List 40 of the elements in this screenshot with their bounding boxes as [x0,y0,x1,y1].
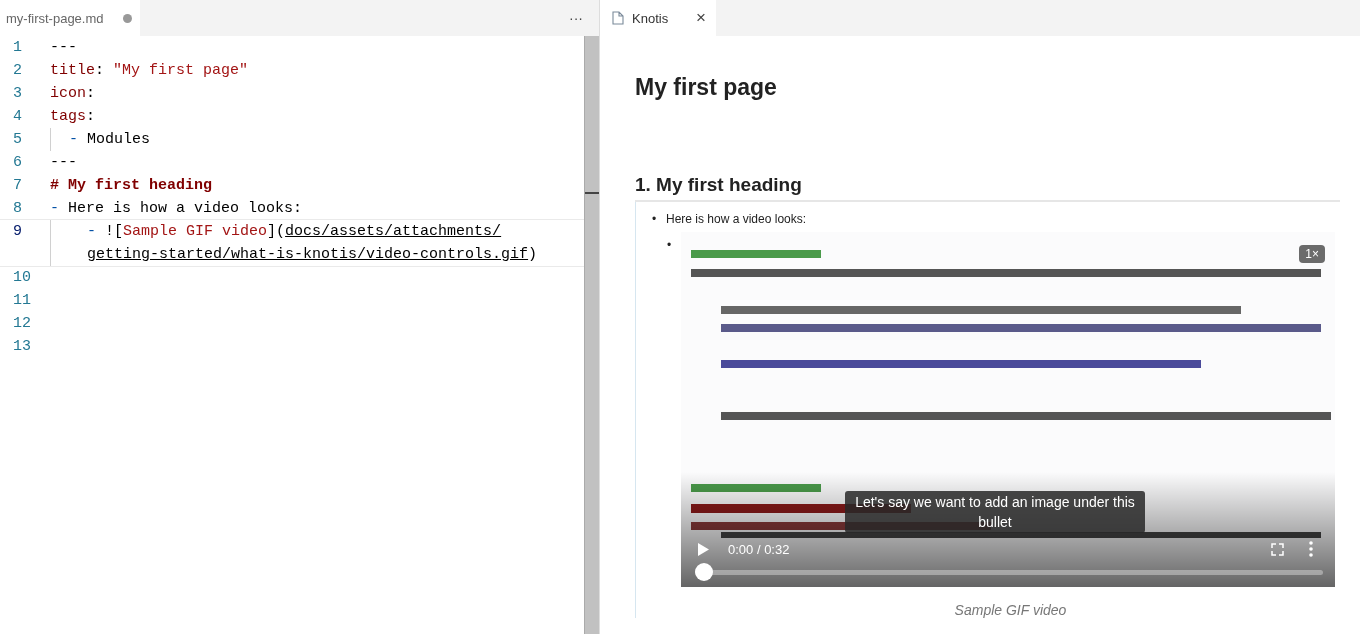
code-text: # My first heading [50,176,214,196]
close-button[interactable]: × [696,8,706,28]
line-number: 8 [12,199,23,219]
line-number: 4 [12,107,23,127]
line-number: 3 [12,84,23,104]
preview-tab[interactable]: Knotis × [600,0,716,36]
bullet-icon: • [667,238,672,252]
line-number: 7 [12,176,23,196]
line-number: 13 [12,337,32,357]
code-text: - Here is how a video looks: [50,199,304,219]
more-button[interactable]: ··· [553,0,599,36]
line-number: 9 [12,222,23,242]
video-time: 0:00 / 0:32 [728,542,790,557]
section-heading: 1. My first heading [635,174,1340,202]
code-text: --- [50,38,78,58]
code-text: tags: [50,107,97,127]
line-number: 6 [12,153,23,173]
line-number: 5 [12,130,23,150]
scrollbar[interactable] [584,36,599,634]
code-text: title: "My first page" [50,61,250,81]
subtitle: Let's say we want to add an image under this bullet [845,491,1145,533]
line-number: 1 [12,38,23,58]
speed-badge[interactable]: 1× [1299,245,1325,263]
line-number: 10 [12,268,32,288]
file-tab[interactable]: my-first-page.md [0,0,140,36]
code-text: --- [50,153,78,173]
page-title: My first page [635,73,778,102]
play-icon[interactable] [698,543,709,556]
file-icon [612,11,624,25]
more-icon[interactable] [1309,541,1313,557]
line-number: 2 [12,61,23,81]
tab-label: my-first-page.md [6,10,105,26]
video-caption: Sample GIF video [953,602,1068,618]
code-text: icon: [50,84,97,104]
line-number: 11 [12,291,32,311]
bullet-text: Here is how a video looks: [666,212,807,226]
line-number: 12 [12,314,32,334]
tab-label: Knotis [632,10,670,26]
bullet-icon: • [652,212,657,226]
fullscreen-icon[interactable] [1271,543,1284,556]
